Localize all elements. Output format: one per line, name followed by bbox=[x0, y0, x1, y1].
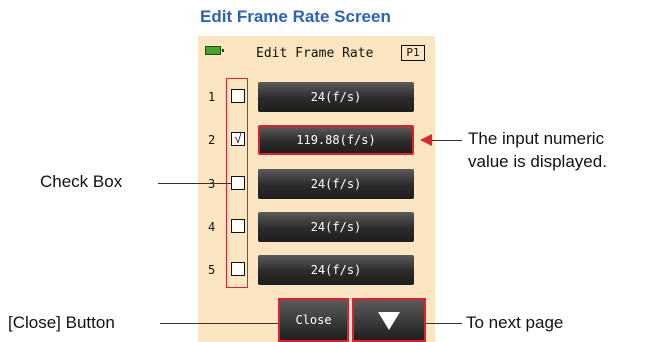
callout-check-box: Check Box bbox=[40, 172, 123, 191]
callout-next-page: To next page bbox=[466, 313, 564, 332]
figure-heading: Edit Frame Rate Screen bbox=[200, 7, 391, 26]
callout-input-numeric-line1: The input numeric bbox=[468, 129, 605, 148]
row-number: 1 bbox=[208, 90, 216, 104]
frame-rate-value-button-selected[interactable]: 119.88(f/s) bbox=[258, 125, 414, 155]
triangle-down-icon bbox=[378, 312, 400, 330]
frame-rate-value-button[interactable]: 24(f/s) bbox=[258, 169, 414, 199]
callout-line-close bbox=[160, 323, 278, 324]
page-indicator-badge: P1 bbox=[401, 45, 425, 61]
row-checkbox[interactable] bbox=[231, 219, 245, 233]
callout-close-button: [Close] Button bbox=[8, 313, 115, 332]
row-checkbox[interactable] bbox=[231, 262, 245, 276]
row-number: 2 bbox=[208, 133, 216, 147]
callout-line-check-box bbox=[158, 183, 232, 184]
battery-icon bbox=[205, 46, 224, 55]
frame-rate-value-button[interactable]: 24(f/s) bbox=[258, 212, 414, 242]
close-button[interactable]: Close bbox=[278, 298, 349, 342]
callout-input-numeric-line2: value is displayed. bbox=[468, 152, 607, 171]
row-number: 4 bbox=[208, 220, 216, 234]
device-screen: Edit Frame Rate P1 1 24(f/s) 2 √ 119.88(… bbox=[198, 36, 435, 342]
frame-rate-value-button[interactable]: 24(f/s) bbox=[258, 82, 414, 112]
row-number: 5 bbox=[208, 263, 216, 277]
callout-line-input-value bbox=[432, 140, 462, 141]
callout-line-next-page bbox=[426, 323, 462, 324]
next-page-button[interactable] bbox=[352, 298, 426, 342]
row-checkbox[interactable] bbox=[231, 176, 245, 190]
callout-arrowhead bbox=[420, 134, 432, 146]
row-number: 3 bbox=[208, 177, 216, 191]
frame-rate-value-button[interactable]: 24(f/s) bbox=[258, 255, 414, 285]
row-checkbox-checked[interactable]: √ bbox=[231, 132, 245, 146]
row-checkbox[interactable] bbox=[231, 89, 245, 103]
screen-title: Edit Frame Rate bbox=[256, 46, 374, 61]
